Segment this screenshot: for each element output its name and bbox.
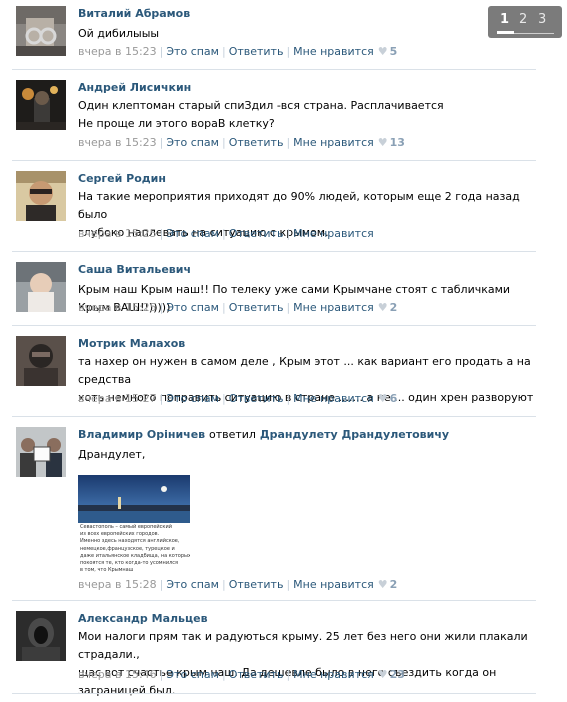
avatar[interactable] [16, 336, 66, 386]
avatar[interactable] [16, 171, 66, 221]
comment-meta: вчера в 15:25 | Это спам | Ответить | Мне нрав… [78, 227, 374, 240]
like-link[interactable]: Мне нравится [293, 392, 374, 405]
photo-attachment[interactable]: Севастополь – самый европейский из всех … [78, 475, 190, 575]
reply-link[interactable]: Ответить [229, 136, 284, 149]
like-link[interactable]: Мне нравится [293, 668, 374, 681]
heart-icon[interactable]: ♥ [378, 392, 388, 405]
comment-author[interactable]: Андрей Лисичкин [78, 81, 191, 94]
comment-meta: вчера в 15:28 | Это спам | Ответить | Мне нрав… [78, 578, 398, 591]
comment-time[interactable]: вчера в 15:23 [78, 45, 157, 58]
reply-link[interactable]: Ответить [229, 45, 284, 58]
reply-link[interactable]: Ответить [229, 301, 284, 314]
heart-icon[interactable]: ♥ [378, 45, 388, 58]
comment-author[interactable]: Виталий Абрамов [78, 7, 190, 20]
comment-time[interactable]: вчера в 15:25 [78, 301, 157, 314]
heart-icon[interactable]: ♥ [378, 578, 388, 591]
avatar[interactable] [16, 427, 66, 477]
heart-icon[interactable]: ♥ [378, 301, 388, 314]
heart-icon[interactable]: ♥ [378, 668, 388, 681]
comment-item: Владимир Оріничев ответил Драндулету Дра… [0, 417, 540, 601]
comment-author[interactable]: Мотрик Малахов [78, 337, 185, 350]
spam-link[interactable]: Это спам [166, 45, 219, 58]
comment-item: Андрей Лисичкин Один клептоман старый сп… [0, 70, 540, 161]
like-count: 6 [389, 392, 398, 405]
comment-meta: вчера в 15:25 | Это спам | Ответить | Мне нрав… [78, 301, 398, 314]
reply-link[interactable]: Ответить [229, 392, 284, 405]
comment-text: Один клептоман старый спиЗдил -вся стран… [78, 99, 444, 130]
comment-time[interactable]: вчера в 15:23 [78, 136, 157, 149]
comment-meta: вчера в 15:46 | Это спам | Ответить | Мне нрав… [78, 668, 405, 681]
like-link[interactable]: Мне нравится [293, 45, 374, 58]
comment-author[interactable]: Сергей Родин [78, 172, 166, 185]
spam-link[interactable]: Это спам [166, 668, 219, 681]
comment-time[interactable]: вчера в 15:46 [78, 668, 157, 681]
like-link[interactable]: Мне нравится [293, 578, 374, 591]
comment-author[interactable]: Саша Витальевич [78, 263, 191, 276]
reply-link[interactable]: Ответить [229, 227, 284, 240]
avatar[interactable] [16, 6, 66, 56]
comment-text: Ой дибилыыы [78, 27, 160, 40]
spam-link[interactable]: Это спам [166, 578, 219, 591]
reply-to-link[interactable]: Драндулету Драндулетовичу [260, 428, 449, 441]
avatar[interactable] [16, 80, 66, 130]
author-link[interactable]: Владимир Оріничев [78, 428, 205, 441]
like-link[interactable]: Мне нравится [293, 136, 374, 149]
avatar[interactable] [16, 262, 66, 312]
attachment-caption: Севастополь – самый европейский из всех … [80, 524, 190, 574]
comment-text: Мои налоги прям так и радуються крыму. 2… [78, 630, 528, 697]
comment-author[interactable]: Александр Мальцев [78, 612, 208, 625]
comment-text: Драндулет, [78, 448, 146, 461]
like-link[interactable]: Мне нравится [293, 227, 374, 240]
reply-indicator: ответил [208, 428, 256, 441]
spam-link[interactable]: Это спам [166, 392, 219, 405]
like-count: 23 [389, 668, 405, 681]
comment-meta: вчера в 15:23 | Это спам | Ответить | Мне нрав… [78, 136, 405, 149]
heart-icon[interactable]: ♥ [378, 136, 388, 149]
avatar[interactable] [16, 611, 66, 661]
like-count: 2 [389, 301, 398, 314]
comment-meta: вчера в 15:23 | Это спам | Ответить | Мне нрав… [78, 45, 398, 58]
divider [12, 693, 536, 694]
comment-time[interactable]: вчера в 15:28 [78, 578, 157, 591]
spam-link[interactable]: Это спам [166, 136, 219, 149]
comment-time[interactable]: вчера в 15:25 [78, 227, 157, 240]
comment-item: Саша Витальевич Крым наш Крым наш!! По т… [0, 252, 540, 326]
comment-item: Виталий Абрамов Ой дибилыыы вчера в 15:2… [0, 0, 540, 70]
reply-link[interactable]: Ответить [229, 578, 284, 591]
comment-meta: вчера в 15:27 | Это спам | Ответить | Мне нрав… [78, 392, 398, 405]
comment-time[interactable]: вчера в 15:27 [78, 392, 157, 405]
like-count: 2 [389, 578, 398, 591]
comment-item: Мотрик Малахов та нахер он нужен в самом… [0, 326, 540, 417]
like-link[interactable]: Мне нравится [293, 301, 374, 314]
comment-item: Александр Мальцев Мои налоги прям так и … [0, 601, 540, 697]
comment-item: Сергей Родин На такие мероприятия приход… [0, 161, 540, 252]
spam-link[interactable]: Это спам [166, 301, 219, 314]
spam-link[interactable]: Это спам [166, 227, 219, 240]
reply-link[interactable]: Ответить [229, 668, 284, 681]
like-count: 5 [389, 45, 398, 58]
like-count: 13 [389, 136, 405, 149]
comment-author: Владимир Оріничев ответил Драндулету Дра… [78, 428, 449, 441]
